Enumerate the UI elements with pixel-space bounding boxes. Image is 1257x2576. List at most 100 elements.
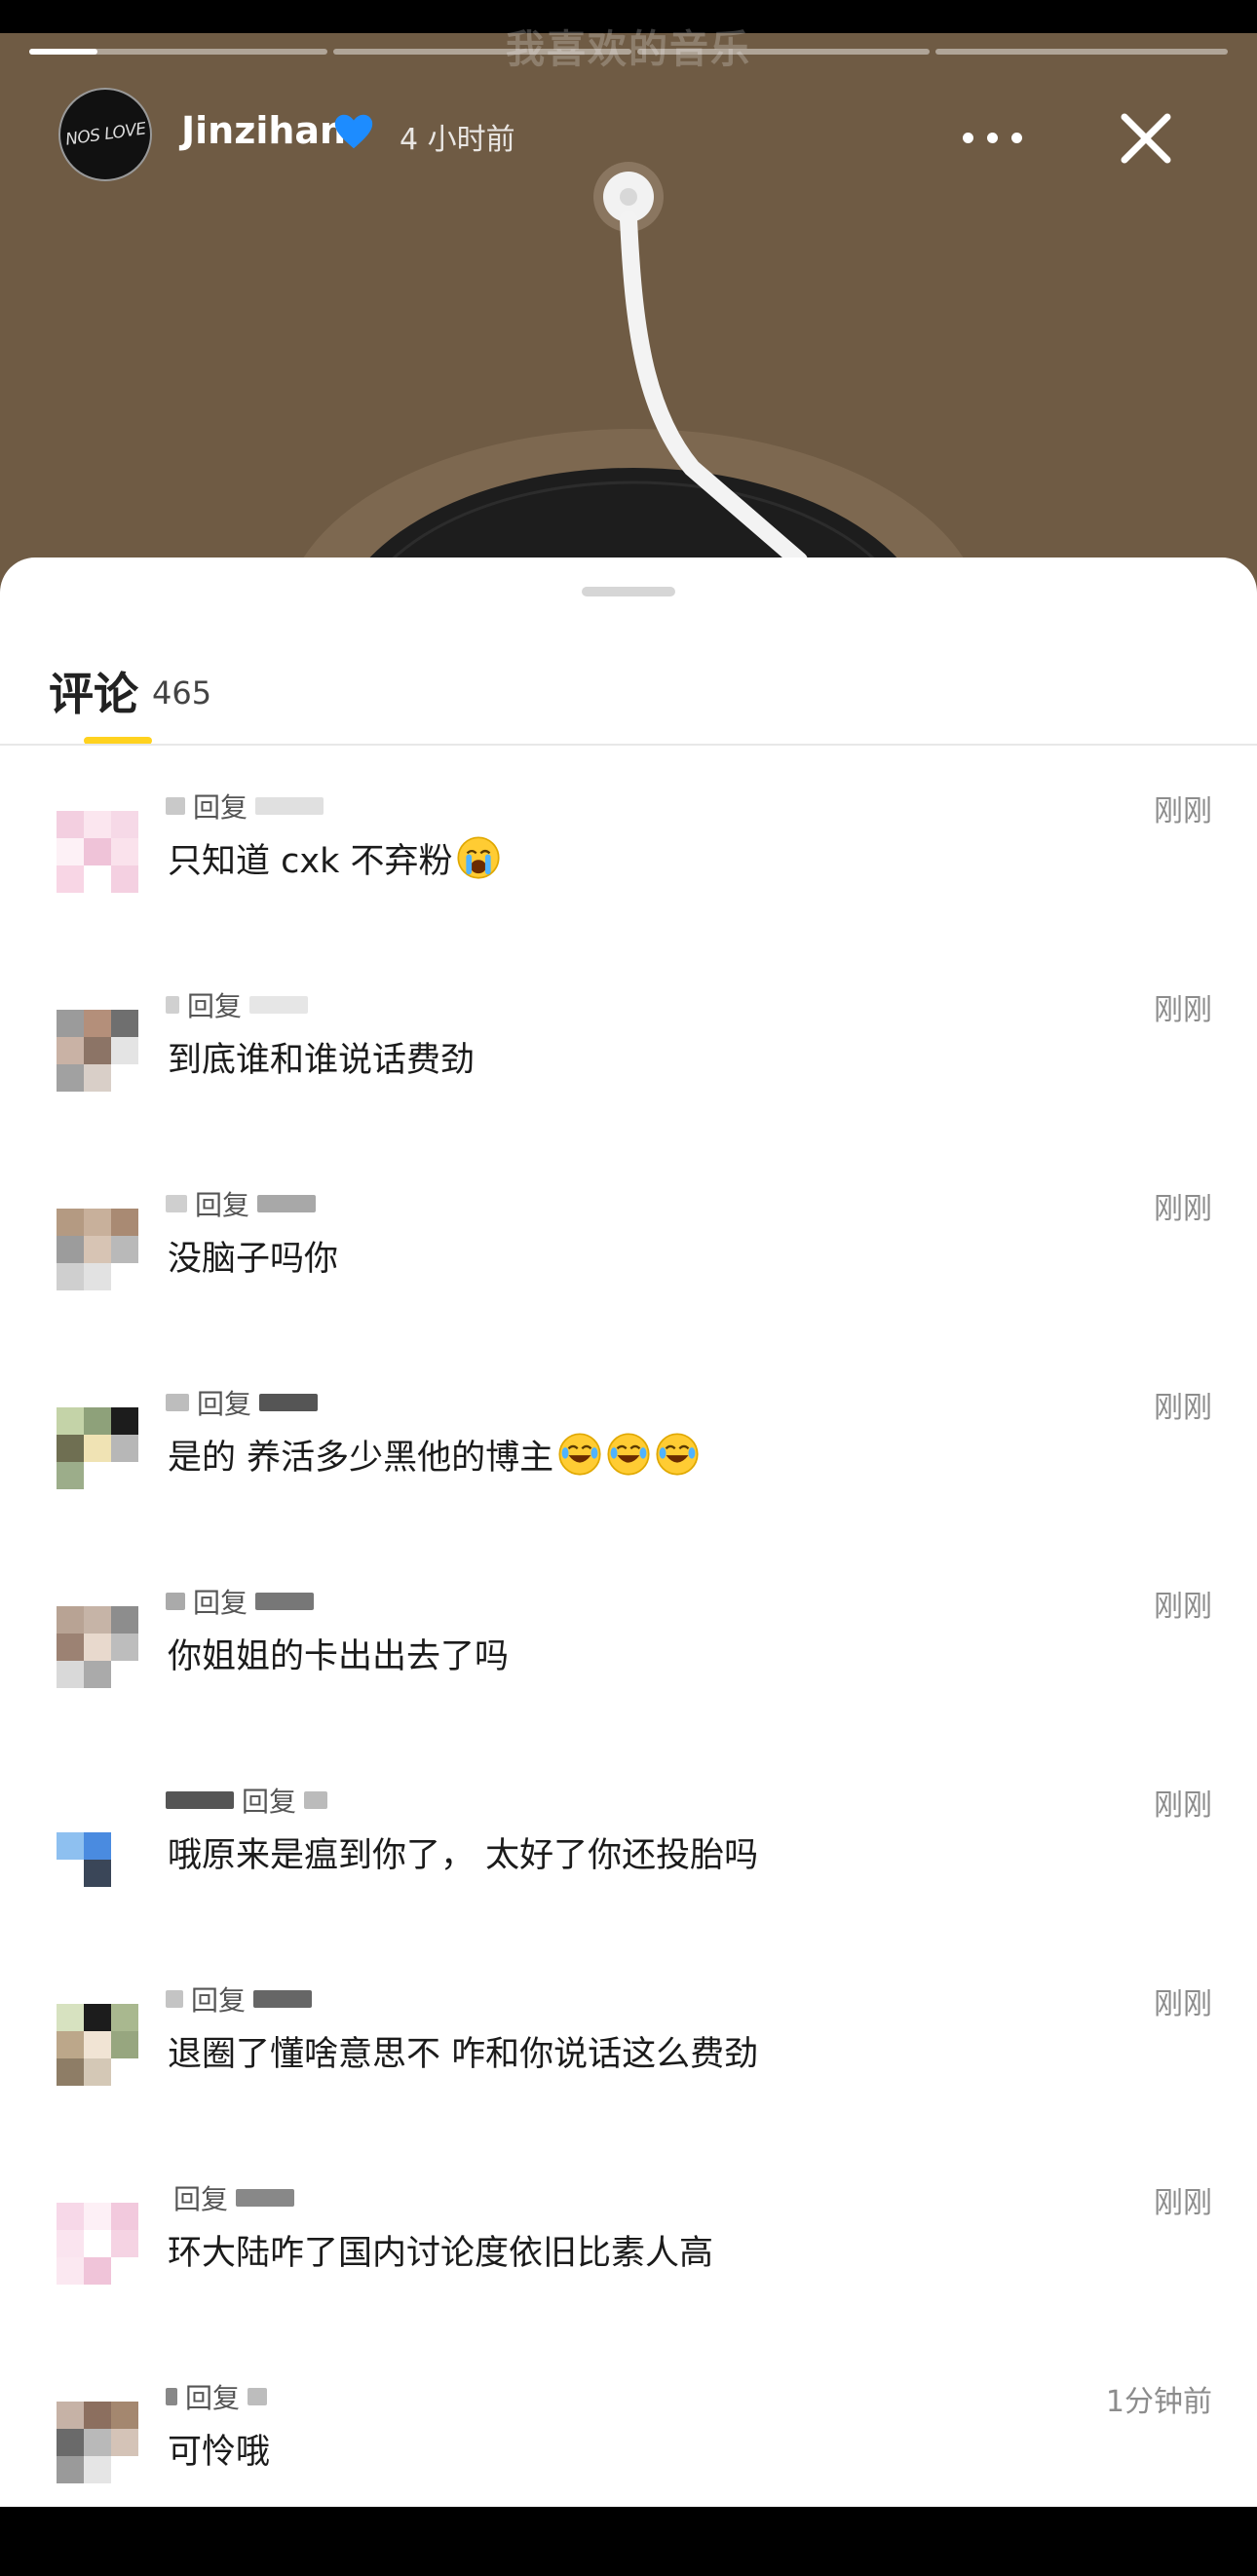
- comment-item[interactable]: 回复哦原来是瘟到你了， 太好了你还投胎吗 刚刚: [0, 1781, 1257, 1980]
- comment-timestamp: 刚刚: [1154, 2186, 1212, 2220]
- comment-timestamp: 刚刚: [1154, 1987, 1212, 2021]
- reply-label: 回复: [185, 2382, 241, 2414]
- redacted-username[interactable]: [166, 996, 179, 1014]
- reply-label: 回复: [187, 990, 243, 1022]
- reply-label: 回复: [193, 791, 248, 824]
- story-author-avatar[interactable]: NOS LOVE: [58, 88, 152, 181]
- comment-item[interactable]: 回复退圈了懂啥意思不 咋和你说话这么费劲 刚刚: [0, 1980, 1257, 2178]
- comment-text-content: 可怜哦: [168, 2433, 271, 2472]
- redacted-username[interactable]: [166, 1990, 183, 2008]
- comment-text: 是的 养活多少黑他的博主: [168, 1430, 700, 1480]
- comment-text-content: 没脑子吗你: [168, 1240, 339, 1279]
- comment-item[interactable]: 回复你姐姐的卡出出去了吗 刚刚: [0, 1582, 1257, 1781]
- comment-text: 环大陆咋了国内讨论度依旧比素人高: [168, 2225, 713, 2275]
- redacted-reply-target[interactable]: [236, 2189, 295, 2207]
- comment-timestamp: 刚刚: [1154, 1590, 1212, 1624]
- close-icon[interactable]: [1111, 103, 1181, 173]
- tears-of-joy-emoji-icon: [607, 1433, 650, 1476]
- story-time-ago: 4 小时前: [400, 123, 515, 157]
- comment-timestamp: 刚刚: [1154, 1391, 1212, 1425]
- comment-meta: 回复: [166, 1582, 315, 1621]
- redacted-username[interactable]: [166, 1394, 189, 1411]
- comment-item[interactable]: 回复只知道 cxk 不弃粉 刚刚: [0, 787, 1257, 985]
- commenter-avatar[interactable]: [57, 2402, 138, 2483]
- commenter-avatar[interactable]: [57, 1209, 138, 1290]
- redacted-username[interactable]: [166, 1791, 234, 1809]
- comment-text-content: 只知道 cxk 不弃粉: [168, 842, 453, 881]
- story-faded-title: 我喜欢的音乐: [506, 27, 751, 72]
- comments-tab-title[interactable]: 评论: [49, 659, 138, 723]
- more-options-icon[interactable]: [963, 121, 1031, 154]
- commenter-avatar[interactable]: [57, 1407, 138, 1489]
- comment-meta: 回复: [166, 1184, 317, 1223]
- comment-text-content: 你姐姐的卡出出去了吗: [168, 1637, 510, 1676]
- story-progress-segment: [637, 49, 930, 55]
- comments-count: 465: [152, 674, 212, 711]
- comment-meta: 回复: [166, 787, 324, 826]
- commenter-avatar[interactable]: [57, 1010, 138, 1092]
- redacted-reply-target[interactable]: [259, 1394, 319, 1411]
- header-divider: [0, 744, 1257, 746]
- comment-text-content: 是的 养活多少黑他的博主: [168, 1439, 554, 1478]
- sheet-drag-handle[interactable]: [582, 587, 675, 596]
- comment-meta: 回复: [166, 1980, 313, 2019]
- comment-text-content: 哦原来是瘟到你了， 太好了你还投胎吗: [168, 1836, 759, 1875]
- redacted-username[interactable]: [166, 797, 185, 815]
- comment-item[interactable]: 回复是的 养活多少黑他的博主 刚刚: [0, 1383, 1257, 1582]
- comment-text: 到底谁和谁说话费劲: [168, 1032, 475, 1082]
- comment-timestamp: 刚刚: [1154, 1192, 1212, 1226]
- comment-text: 哦原来是瘟到你了， 太好了你还投胎吗: [168, 1827, 758, 1877]
- tears-of-joy-emoji-icon: [656, 1433, 699, 1476]
- comment-item[interactable]: 回复环大陆咋了国内讨论度依旧比素人高 刚刚: [0, 2178, 1257, 2377]
- comment-text-content: 到底谁和谁说话费劲: [168, 1041, 476, 1080]
- commenter-avatar[interactable]: [57, 811, 138, 893]
- reply-label: 回复: [191, 1984, 247, 2017]
- redacted-reply-target[interactable]: [257, 1195, 317, 1212]
- commenter-avatar[interactable]: [57, 1606, 138, 1688]
- comment-text: 退圈了懂啥意思不 咋和你说话这么费劲: [168, 2026, 758, 2076]
- redacted-reply-target[interactable]: [249, 996, 309, 1014]
- comments-sheet: 评论 465 回复 只知道 cxk 不弃粉 刚刚 回复 到底谁和谁说话费劲 刚刚 回复 没脑子…: [0, 557, 1257, 2507]
- reply-label: 回复: [173, 2183, 229, 2215]
- redacted-reply-target[interactable]: [255, 797, 324, 815]
- redacted-username[interactable]: [166, 1195, 187, 1212]
- comment-meta: 回复: [166, 2178, 295, 2217]
- commenter-avatar[interactable]: [57, 1805, 138, 1887]
- tears-of-joy-emoji-icon: [558, 1433, 601, 1476]
- story-author-username[interactable]: Jinzihan: [181, 109, 346, 152]
- story-progress-segment: [29, 49, 327, 55]
- comment-text-content: 退圈了懂啥意思不 咋和你说话这么费劲: [168, 2035, 759, 2074]
- reply-label: 回复: [242, 1786, 297, 1818]
- story-progress-fill: [29, 49, 98, 55]
- comment-timestamp: 刚刚: [1154, 993, 1212, 1027]
- redacted-reply-target[interactable]: [248, 2388, 268, 2405]
- comment-text: 没脑子吗你: [168, 1231, 338, 1281]
- record-player-illustration: [283, 162, 984, 624]
- comment-meta: 回复: [166, 985, 309, 1024]
- comment-timestamp: 1分钟前: [1105, 2385, 1212, 2419]
- comment-text: 你姐姐的卡出出去了吗: [168, 1629, 509, 1678]
- comment-item[interactable]: 回复可怜哦 1分钟前: [0, 2377, 1257, 2576]
- comment-item[interactable]: 回复没脑子吗你 刚刚: [0, 1184, 1257, 1383]
- loudly-crying-face-emoji-icon: [457, 836, 501, 879]
- story-view: 我喜欢的音乐 NOS LOVE Jinzihan 4 小时前: [0, 0, 1257, 624]
- comment-meta: 回复: [166, 1383, 319, 1422]
- commenter-avatar[interactable]: [57, 2203, 138, 2285]
- redacted-reply-target[interactable]: [255, 1593, 315, 1610]
- redacted-reply-target[interactable]: [304, 1791, 328, 1809]
- comment-timestamp: 刚刚: [1154, 1788, 1212, 1823]
- comment-meta: 回复: [166, 2377, 268, 2416]
- commenter-avatar[interactable]: [57, 2004, 138, 2086]
- comment-text-content: 环大陆咋了国内讨论度依旧比素人高: [168, 2234, 714, 2273]
- comment-item[interactable]: 回复到底谁和谁说话费劲 刚刚: [0, 985, 1257, 1184]
- redacted-username[interactable]: [166, 2388, 177, 2405]
- reply-label: 回复: [193, 1587, 248, 1619]
- story-progress-segment: [333, 49, 631, 55]
- avatar-logo-text: NOS LOVE: [63, 119, 147, 150]
- comment-text: 可怜哦: [168, 2424, 270, 2474]
- comment-timestamp: 刚刚: [1154, 794, 1212, 828]
- redacted-username[interactable]: [166, 1593, 185, 1610]
- comment-meta: 回复: [166, 1781, 328, 1820]
- story-progress-segment: [935, 49, 1228, 55]
- redacted-reply-target[interactable]: [253, 1990, 313, 2008]
